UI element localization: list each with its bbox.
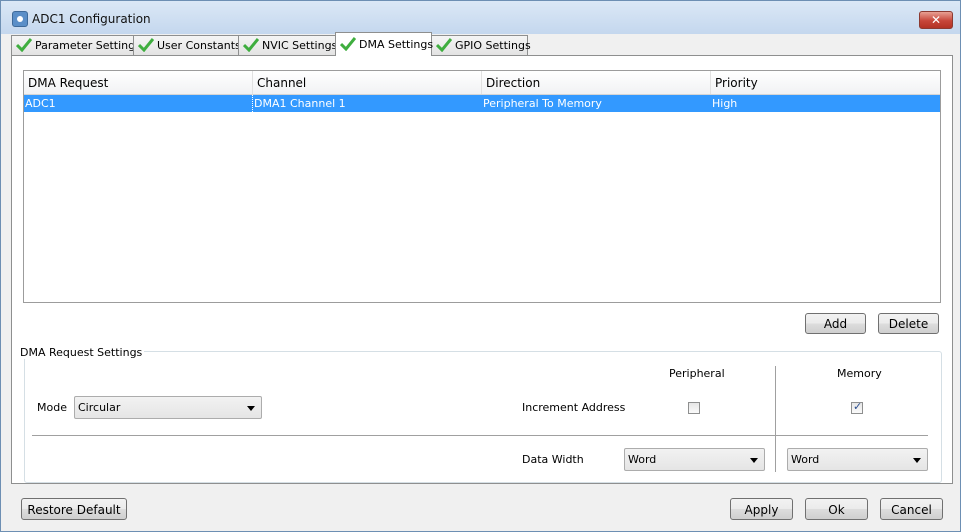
column-header-priority[interactable]: Priority [711,71,940,94]
mode-select[interactable]: Circular [74,396,262,419]
row-divider [32,435,928,436]
column-divider [775,366,776,472]
memory-increment-checkbox[interactable]: ✓ [851,400,863,414]
check-icon [138,38,154,52]
tab-label: User Constants [157,39,241,52]
tab-label: Parameter Settings [35,39,141,52]
close-button[interactable]: ✕ [919,11,953,29]
check-icon [340,37,356,51]
mode-value: Circular [78,401,121,414]
column-header-channel[interactable]: Channel [253,71,482,94]
check-icon [436,38,452,52]
check-icon [243,38,259,52]
check-icon [16,38,32,52]
tab-dma-settings[interactable]: DMA Settings [335,32,434,56]
peripheral-data-width-select[interactable]: Word [624,448,765,471]
restore-default-button[interactable]: Restore Default [21,498,127,520]
app-icon [12,11,28,27]
dialog-window: ADC1 Configuration ✕ Parameter Settings … [0,0,961,532]
column-header-dma-request[interactable]: DMA Request [24,71,253,94]
data-width-label: Data Width [522,453,584,466]
cell-direction: Peripheral To Memory [483,97,602,110]
delete-button[interactable]: Delete [878,313,939,334]
cell-channel: DMA1 Channel 1 [254,97,346,110]
column-header-direction[interactable]: Direction [482,71,711,94]
tab-strip: Parameter Settings User Constants NVIC S… [11,32,951,56]
add-button[interactable]: Add [805,313,866,334]
apply-button[interactable]: Apply [730,498,793,520]
tab-label: DMA Settings [359,38,434,51]
chevron-down-icon [750,458,758,463]
memory-width-value: Word [791,453,820,466]
ok-button[interactable]: Ok [805,498,868,520]
peripheral-increment-checkbox[interactable] [688,402,700,414]
cell-priority: High [712,97,738,110]
tab-gpio-settings[interactable]: GPIO Settings [431,35,531,55]
memory-data-width-select[interactable]: Word [787,448,928,471]
group-title: DMA Request Settings [18,346,145,359]
mode-label: Mode [37,401,67,414]
peripheral-width-value: Word [628,453,657,466]
memory-header: Memory [837,367,882,380]
cancel-button[interactable]: Cancel [880,498,943,520]
dma-request-table[interactable]: DMA Request Channel Direction Priority A… [23,70,941,303]
dma-settings-panel: DMA Request Channel Direction Priority A… [11,55,953,484]
window-title: ADC1 Configuration [32,12,151,26]
chevron-down-icon [913,458,921,463]
title-bar[interactable]: ADC1 Configuration ✕ [1,1,960,34]
cell-dma-request: ADC1 [24,95,253,112]
tab-nvic-settings[interactable]: NVIC Settings [238,35,338,55]
increment-address-label: Increment Address [522,401,626,414]
tab-label: NVIC Settings [262,39,338,52]
table-header: DMA Request Channel Direction Priority [24,71,940,95]
tab-parameter-settings[interactable]: Parameter Settings [11,35,141,55]
checkmark-icon: ✓ [853,400,863,413]
peripheral-header: Peripheral [669,367,725,380]
tab-label: GPIO Settings [455,39,531,52]
table-row[interactable]: ADC1 DMA1 Channel 1 Peripheral To Memory… [24,95,940,112]
tab-user-constants[interactable]: User Constants [133,35,241,55]
chevron-down-icon [247,406,255,411]
